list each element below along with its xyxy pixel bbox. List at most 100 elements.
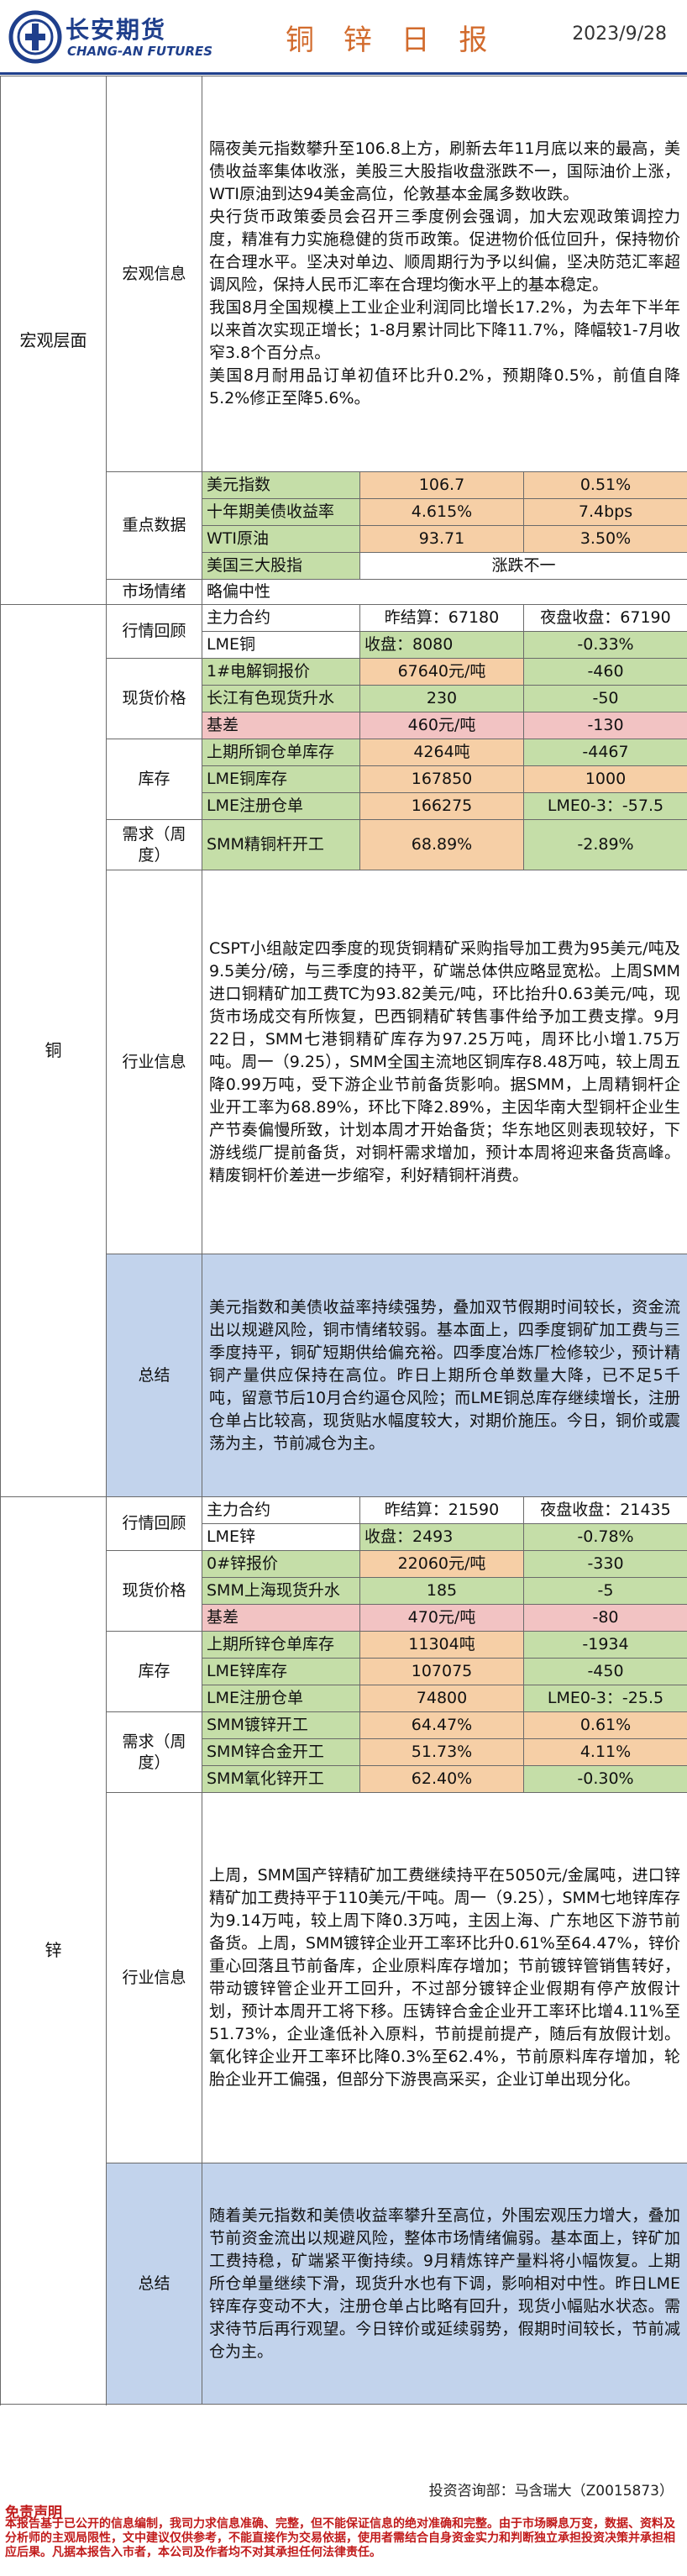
zinc-stock-v1: 74800 [359, 1685, 524, 1712]
zinc-stock-v1: 107075 [359, 1658, 524, 1685]
copper-review-v2: -0.33% [523, 631, 687, 659]
copper-review-label: 行情回顾 [106, 604, 202, 659]
company-name-en: CHANG-AN FUTURES [67, 44, 213, 59]
copper-demand-v2: -2.89% [523, 819, 687, 870]
zinc-demand-v2: 4.11% [523, 1738, 687, 1766]
zinc-demand-v1: 62.40% [359, 1765, 524, 1793]
copper-stock-name: LME铜库存 [202, 765, 360, 793]
zinc-demand-v1: 64.47% [359, 1711, 524, 1739]
copper-spot-name: 1#电解铜报价 [202, 658, 360, 686]
copper-review-v1: 收盘：8080 [359, 631, 524, 659]
copper-stock-name: LME注册仓单 [202, 792, 360, 820]
copper-industry-label: 行业信息 [106, 870, 202, 1254]
copper-stock-v2: 1000 [523, 765, 687, 793]
advisor-line: 投资咨询部：马含瑞大（Z0015873） [428, 2483, 674, 2500]
zinc-spot-v1: 185 [359, 1577, 524, 1605]
key-data-value: 4.615% [359, 498, 524, 526]
zinc-review-name: 主力合约 [202, 1496, 360, 1524]
zinc-spot-v2: -5 [523, 1577, 687, 1605]
copper-spot-v1: 67640元/吨 [359, 658, 524, 686]
copper-review-row: 铜 行情回顾 主力合约 昨结算：67180 夜盘收盘：67190 [0, 604, 687, 1497]
copper-spot-label: 现货价格 [106, 658, 202, 739]
copper-review-v2: 夜盘收盘：67190 [523, 604, 687, 632]
zinc-review-v2: -0.78% [523, 1523, 687, 1551]
copper-demand-label: 需求（周度） [106, 819, 202, 870]
copper-spot-v2: -460 [523, 658, 687, 686]
copper-stock-name: 上期所铜仓单库存 [202, 739, 360, 766]
copper-stock-v1: 166275 [359, 792, 524, 820]
copper-stock-v2: LME0-3：-57.5 [523, 792, 687, 820]
macro-paragraph: 美国8月耐用品订单初值环比升0.2%，预期降0.5%，前值自降5.2%修正至降5… [209, 366, 680, 407]
report-title: 铜 锌 日 报 [286, 24, 498, 57]
section-macro-label: 宏观层面 [0, 76, 107, 605]
disclaimer-text: 本报告基于已公开的信息编制，我司力求信息准确、完整，但不能保证信息的绝对准确和完… [5, 2517, 675, 2559]
key-data-change: 0.51% [523, 471, 687, 499]
zinc-stock-v1: 11304吨 [359, 1631, 524, 1659]
zinc-review-v1: 昨结算：21590 [359, 1496, 524, 1524]
macro-paragraph: 央行货币政策委员会召开三季度例会强调，加大宏观政策调控力度，精准有力实施稳健的货… [209, 208, 680, 294]
macro-info-row: 宏观层面 宏观信息 隔夜美元指数攀升至106.8上方，刷新去年11月底以来的最高… [0, 76, 687, 605]
key-data-change: 3.50% [523, 525, 687, 553]
macro-info-label: 宏观信息 [106, 76, 202, 472]
copper-demand-name: SMM精铜杆开工 [202, 819, 360, 870]
zinc-demand-v2: 0.61% [523, 1711, 687, 1739]
zinc-review-name: LME锌 [202, 1523, 360, 1551]
section-copper-label: 铜 [0, 604, 107, 1497]
key-data-label: 重点数据 [106, 471, 202, 580]
zinc-review-v2: 夜盘收盘：21435 [523, 1496, 687, 1524]
copper-demand-v1: 68.89% [359, 819, 524, 870]
report-table: 宏观层面 宏观信息 隔夜美元指数攀升至106.8上方，刷新去年11月底以来的最高… [0, 76, 687, 2405]
zinc-spot-name: 0#锌报价 [202, 1550, 360, 1578]
macro-paragraph: 隔夜美元指数攀升至106.8上方，刷新去年11月底以来的最高，美债收益率集体收涨… [209, 139, 680, 203]
zinc-industry-label: 行业信息 [106, 1792, 202, 2163]
key-data-name: 十年期美债收益率 [202, 498, 360, 526]
sentiment-label: 市场情绪 [106, 579, 202, 605]
copper-review-v1: 昨结算：67180 [359, 604, 524, 632]
zinc-stock-name: LME注册仓单 [202, 1685, 360, 1712]
zinc-review-label: 行情回顾 [106, 1496, 202, 1551]
key-data-value: 106.7 [359, 471, 524, 499]
zinc-spot-v2: -80 [523, 1604, 687, 1632]
zinc-spot-v1: 22060元/吨 [359, 1550, 524, 1578]
header-divider [0, 72, 687, 75]
company-name-cn: 长安期货 [66, 16, 167, 44]
zinc-demand-label: 需求（周度） [106, 1711, 202, 1793]
zinc-summary-text: 随着美元指数和美债收益率攀升至高位，外围宏观压力增大，叠加节前资金流出以规避风险… [202, 2163, 687, 2405]
zinc-stock-label: 库存 [106, 1631, 202, 1712]
copper-review-name: 主力合约 [202, 604, 360, 632]
copper-industry-text: CSPT小组敲定四季度的现货铜精矿采购指导加工费为95美元/吨及9.5美分/磅，… [202, 870, 687, 1254]
zinc-demand-name: SMM氧化锌开工 [202, 1765, 360, 1793]
copper-spot-name: 基差 [202, 712, 360, 739]
zinc-review-v1: 收盘：2493 [359, 1523, 524, 1551]
zinc-spot-name: 基差 [202, 1604, 360, 1632]
zinc-spot-name: SMM上海现货升水 [202, 1577, 360, 1605]
zinc-stock-v2: -450 [523, 1658, 687, 1685]
key-data-value: 93.71 [359, 525, 524, 553]
macro-info-text: 隔夜美元指数攀升至106.8上方，刷新去年11月底以来的最高，美债收益率集体收涨… [202, 76, 687, 472]
key-data-change: 7.4bps [523, 498, 687, 526]
copper-stock-v1: 4264吨 [359, 739, 524, 766]
key-data-value: 涨跌不一 [359, 552, 687, 580]
zinc-demand-name: SMM锌合金开工 [202, 1738, 360, 1766]
copper-stock-v1: 167850 [359, 765, 524, 793]
zinc-stock-v2: LME0-3：-25.5 [523, 1685, 687, 1712]
copper-spot-v2: -130 [523, 712, 687, 739]
copper-summary-label: 总结 [106, 1254, 202, 1497]
company-logo-icon [8, 10, 62, 64]
copper-stock-v2: -4467 [523, 739, 687, 766]
key-data-name: 美元指数 [202, 471, 360, 499]
zinc-demand-v2: -0.30% [523, 1765, 687, 1793]
zinc-demand-name: SMM镀锌开工 [202, 1711, 360, 1739]
section-zinc-label: 锌 [0, 1496, 107, 2405]
zinc-review-row: 锌 行情回顾 主力合约 昨结算：21590 夜盘收盘：21435 [0, 1496, 687, 2405]
report-footer: 投资咨询部：马含瑞大（Z0015873） 免责声明 本报告基于已公开的信息编制，… [0, 2473, 687, 2576]
key-data-name: 美国三大股指 [202, 552, 360, 580]
zinc-summary-label: 总结 [106, 2163, 202, 2405]
copper-spot-v1: 460元/吨 [359, 712, 524, 739]
sentiment-value: 略偏中性 [202, 579, 687, 605]
copper-spot-v1: 230 [359, 685, 524, 712]
zinc-industry-text: 上周，SMM国产锌精矿加工费继续持平在5050元/金属吨，进口锌精矿加工费持平于… [202, 1792, 687, 2163]
zinc-spot-v1: 470元/吨 [359, 1604, 524, 1632]
macro-paragraph: 我国8月全国规模上工业企业利润同比增长17.2%，为去年下半年以来首次实现正增长… [209, 298, 680, 362]
report-table-wrap: 宏观层面 宏观信息 隔夜美元指数攀升至106.8上方，刷新去年11月底以来的最高… [0, 76, 687, 2405]
